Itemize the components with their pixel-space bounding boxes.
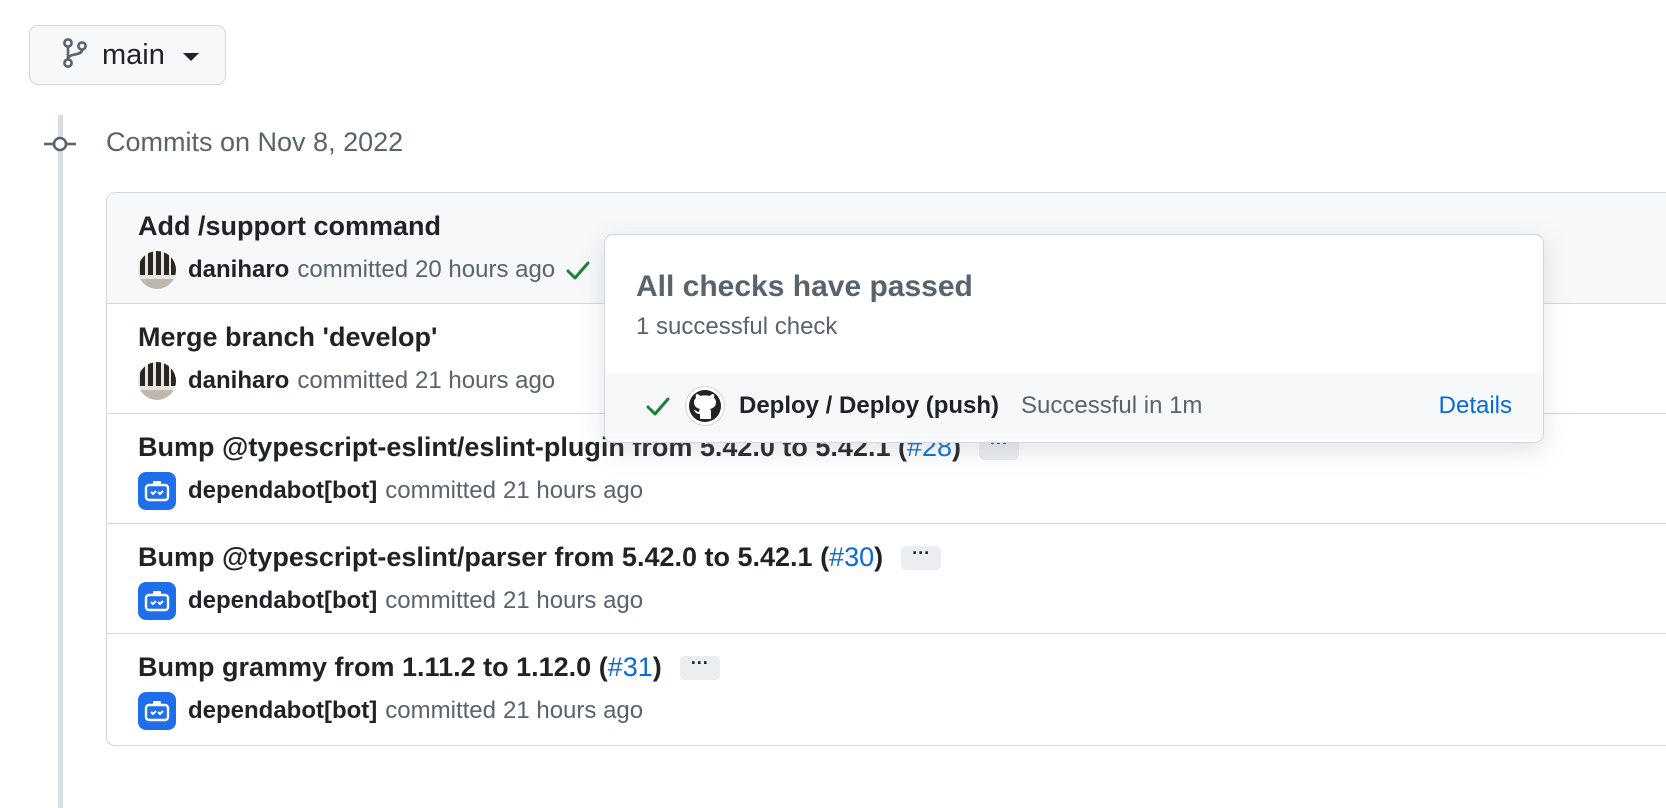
checks-popover: All checks have passed 1 successful chec… xyxy=(604,234,1544,443)
commit-author[interactable]: dependabot[bot] xyxy=(188,697,377,725)
commit-message[interactable]: Bump @typescript-eslint/parser from 5.42… xyxy=(138,542,820,573)
check-icon[interactable] xyxy=(565,259,591,281)
commit-meta: dependabot[bot] committed 21 hours ago xyxy=(138,472,643,510)
check-name: Deploy / Deploy (push) xyxy=(739,392,1000,419)
commit-title[interactable]: Merge branch 'develop' xyxy=(138,322,437,353)
commit-author[interactable]: daniharo xyxy=(188,367,289,395)
commit-time: 21 hours ago xyxy=(415,367,556,394)
pr-paren-close: ) xyxy=(652,652,662,682)
commit-title[interactable]: Add /support command xyxy=(138,211,441,242)
commit-action: committed xyxy=(385,477,496,504)
commit-time: 21 hours ago xyxy=(503,697,644,724)
dependabot-avatar[interactable] xyxy=(138,692,176,730)
pr-paren-close: ) xyxy=(874,542,884,572)
check-status: Successful in 1m xyxy=(1021,392,1203,419)
dependabot-avatar[interactable] xyxy=(138,472,176,510)
commit-title[interactable]: Bump @typescript-eslint/parser from 5.42… xyxy=(138,542,942,573)
commit-message[interactable]: Merge branch 'develop' xyxy=(138,322,437,353)
commit-author[interactable]: dependabot[bot] xyxy=(188,587,377,615)
commit-meta: daniharo committed 20 hours ago xyxy=(138,251,591,289)
piano-keys-avatar[interactable] xyxy=(138,251,176,289)
commit-meta: daniharo committed 21 hours ago xyxy=(138,362,555,400)
commit-time: 21 hours ago xyxy=(503,477,644,504)
chevron-down-icon xyxy=(182,52,199,61)
commit-author[interactable]: daniharo xyxy=(188,256,289,284)
commit-author[interactable]: dependabot[bot] xyxy=(188,477,377,505)
check-icon xyxy=(645,395,671,417)
commit-row: Bump @typescript-eslint/parser from 5.42… xyxy=(107,523,1666,633)
expand-message-button[interactable]: ··· xyxy=(901,544,942,570)
pr-link[interactable]: #31 xyxy=(608,652,653,683)
pr-paren-open: ( xyxy=(598,652,608,682)
commit-action: committed xyxy=(297,367,409,394)
commit-meta: dependabot[bot] committed 21 hours ago xyxy=(138,692,643,730)
checks-title: All checks have passed xyxy=(636,270,973,303)
commit-time: 21 hours ago xyxy=(503,587,644,614)
branch-name: main xyxy=(102,38,165,71)
dependabot-avatar[interactable] xyxy=(138,582,176,620)
piano-keys-avatar[interactable] xyxy=(138,362,176,400)
github-logo-icon xyxy=(685,386,725,426)
commit-action: committed xyxy=(385,587,496,614)
check-run-row: Deploy / Deploy (push) Successful in 1m … xyxy=(605,373,1543,439)
commit-action: committed xyxy=(297,256,409,283)
commit-message[interactable]: Bump grammy from 1.11.2 to 1.12.0 xyxy=(138,652,599,683)
commit-action: committed xyxy=(385,697,496,724)
pr-link[interactable]: #30 xyxy=(829,542,874,573)
expand-message-button[interactable]: ··· xyxy=(679,654,720,680)
pr-paren-open: ( xyxy=(820,542,830,572)
commit-date-heading: Commits on Nov 8, 2022 xyxy=(106,127,404,157)
commit-title[interactable]: Bump grammy from 1.11.2 to 1.12.0 (#31) … xyxy=(138,652,720,683)
commit-row: Bump grammy from 1.11.2 to 1.12.0 (#31) … xyxy=(107,633,1666,743)
commit-meta: dependabot[bot] committed 21 hours ago xyxy=(138,582,643,620)
commit-time: 20 hours ago xyxy=(415,256,556,283)
commit-node-icon xyxy=(44,130,76,158)
check-details-link[interactable]: Details xyxy=(1439,392,1512,420)
commit-message[interactable]: Add /support command xyxy=(138,211,441,242)
timeline-line xyxy=(58,115,63,808)
git-branch-icon xyxy=(62,37,88,74)
checks-subtitle: 1 successful check xyxy=(636,313,838,340)
branch-selector-button[interactable]: main xyxy=(29,25,226,85)
